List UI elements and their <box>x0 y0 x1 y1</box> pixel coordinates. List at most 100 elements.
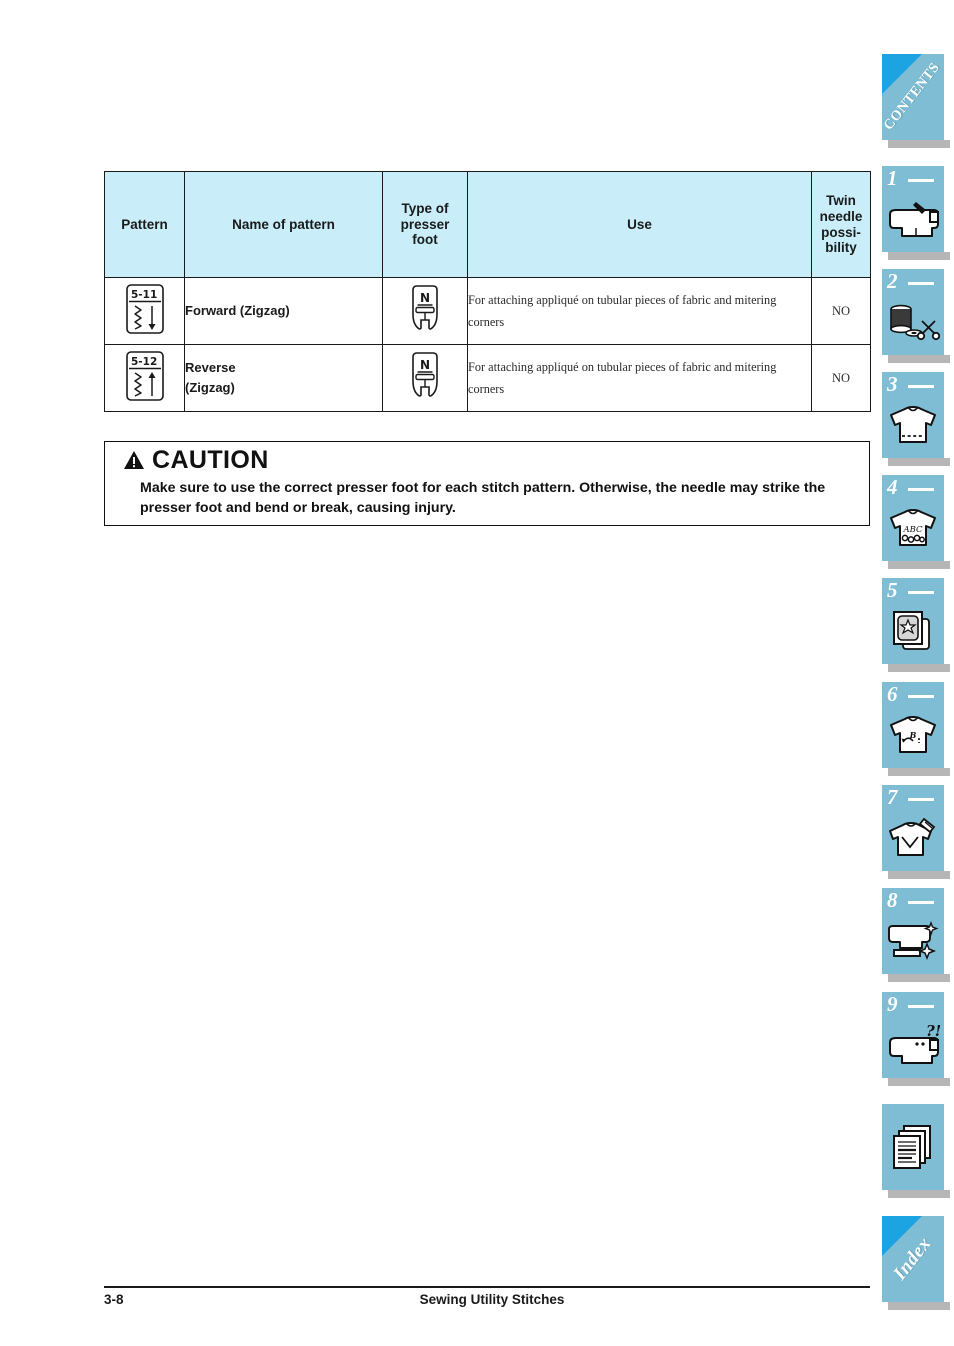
presser-foot-header-line2: presser <box>400 216 450 232</box>
caution-title: CAUTION <box>152 446 269 474</box>
pattern-code-label: 5-11 <box>131 289 157 301</box>
tab-dash <box>908 282 934 285</box>
sidebar-tab-contents[interactable]: CONTENTS <box>882 54 944 140</box>
sidebar-tab-8[interactable]: 8 <box>882 888 944 974</box>
caution-body: Make sure to use the correct presser foo… <box>140 480 826 517</box>
tab-shadow <box>888 871 950 879</box>
sidebar-tab-4[interactable]: 4 ABC <box>882 475 944 561</box>
table-row: 5-12 Reverse (Zigzag) N For attaching ap… <box>104 344 871 412</box>
sidebar-tab-5-number: 5 <box>887 578 898 602</box>
sidebar-tab-documents[interactable] <box>882 1104 944 1190</box>
stitch-pattern-icon: 5-11 <box>125 283 165 335</box>
column-header-name: Name of pattern <box>184 171 383 278</box>
sidebar-tab-2-number: 2 <box>887 269 898 293</box>
caution-header: CAUTION <box>105 442 869 473</box>
sidebar-tab-contents-label: CONTENTS <box>882 60 944 134</box>
presser-foot-cell: N <box>382 277 468 345</box>
tab-dash <box>908 488 934 491</box>
sidebar-navigation: CONTENTS 1 2 3 4 ABC 5 6 B 7 8 9 ?! Inde… <box>880 0 954 1346</box>
spool-and-scissors-icon <box>882 291 944 353</box>
pattern-cell: 5-11 <box>104 277 185 345</box>
caution-box: CAUTION Make sure to use the correct pre… <box>104 441 870 526</box>
table-body: 5-11 Forward (Zigzag) N For attaching ap… <box>104 277 871 412</box>
sidebar-tab-6[interactable]: 6 B <box>882 682 944 768</box>
sidebar-tab-6-number: 6 <box>887 682 898 706</box>
stitch-pattern-table: Pattern Name of pattern Type of presser … <box>104 171 871 412</box>
twin-needle-cell: NO <box>811 344 871 412</box>
presser-foot-icon: N <box>405 284 445 334</box>
tab-dash <box>908 591 934 594</box>
twin-needle-header-line2: needle <box>819 208 863 224</box>
table-row: 5-11 Forward (Zigzag) N For attaching ap… <box>104 277 871 345</box>
sidebar-tab-2[interactable]: 2 <box>882 269 944 355</box>
stitch-pattern-icon: 5-12 <box>125 350 165 402</box>
footer-divider <box>104 1286 870 1288</box>
sidebar-tab-index-label: Index <box>889 1233 936 1285</box>
twin-needle-header-line4: bility <box>825 240 857 256</box>
tab-shadow <box>888 561 950 569</box>
twin-needle-cell: NO <box>811 277 871 345</box>
tab-dash <box>908 798 934 801</box>
machine-question-icon: ?! <box>882 1014 944 1076</box>
sidebar-tab-9[interactable]: 9 ?! <box>882 992 944 1078</box>
table-header: Pattern Name of pattern Type of presser … <box>104 171 871 278</box>
tab-dash <box>908 901 934 904</box>
sidebar-tab-1-number: 1 <box>887 166 898 190</box>
pattern-code-label: 5-12 <box>131 356 157 368</box>
use-cell: For attaching appliqué on tubular pieces… <box>467 344 812 412</box>
tab-shadow <box>888 1078 950 1086</box>
tab-label-wrap: CONTENTS <box>882 54 944 140</box>
pattern-name-line2: (Zigzag) <box>185 380 235 395</box>
column-header-use: Use <box>467 171 812 278</box>
sidebar-tab-1[interactable]: 1 <box>882 166 944 252</box>
pattern-name-line1: Forward (Zigzag) <box>185 302 290 318</box>
tab-dash <box>908 179 934 182</box>
tshirt-edit-icon: B <box>882 704 944 766</box>
page-footer: 3-8 Sewing Utility Stitches <box>104 1292 870 1307</box>
sidebar-tab-3[interactable]: 3 <box>882 372 944 458</box>
presser-foot-header-line1: Type of <box>401 200 449 216</box>
presser-foot-header-line3: foot <box>412 232 438 248</box>
table-header-row: Pattern Name of pattern Type of presser … <box>104 171 871 278</box>
tab-shadow <box>888 768 950 776</box>
tab-shadow <box>888 1190 950 1198</box>
sidebar-tab-7-number: 7 <box>887 785 898 809</box>
pattern-name-cell: Reverse (Zigzag) <box>184 344 383 412</box>
tab-dash <box>908 385 934 388</box>
tab-shadow <box>888 140 950 148</box>
tab-dash <box>908 1005 934 1008</box>
svg-text:ABC: ABC <box>902 525 923 535</box>
pattern-name-cell: Forward (Zigzag) <box>184 277 383 345</box>
sidebar-tab-7[interactable]: 7 <box>882 785 944 871</box>
sidebar-tab-3-number: 3 <box>887 372 898 396</box>
page-content: Pattern Name of pattern Type of presser … <box>0 0 880 1346</box>
sidebar-tab-index[interactable]: Index <box>882 1216 944 1302</box>
tshirt-hem-icon <box>882 394 944 456</box>
tab-shadow <box>888 1302 950 1310</box>
svg-text:?!: ?! <box>926 1024 940 1040</box>
column-header-twin-needle: Twin needle possi- bility <box>811 171 871 278</box>
tab-shadow <box>888 458 950 466</box>
pattern-cell: 5-12 <box>104 344 185 412</box>
use-cell: For attaching appliqué on tubular pieces… <box>467 277 812 345</box>
tab-shadow <box>888 252 950 260</box>
documents-icon <box>882 1116 944 1178</box>
sewing-machine-icon <box>882 188 944 250</box>
footer-page-number: 3-8 <box>104 1292 124 1307</box>
sidebar-tab-4-number: 4 <box>887 475 898 499</box>
sidebar-tab-5[interactable]: 5 <box>882 578 944 664</box>
tab-label-wrap: Index <box>882 1216 944 1302</box>
presser-foot-letter: N <box>420 358 430 372</box>
tab-shadow <box>888 355 950 363</box>
machine-sparkle-icon <box>882 910 944 972</box>
column-header-pattern: Pattern <box>104 171 185 278</box>
sidebar-tab-8-number: 8 <box>887 888 898 912</box>
tab-shadow <box>888 974 950 982</box>
presser-foot-cell: N <box>382 344 468 412</box>
twin-needle-header-line1: Twin <box>826 192 856 208</box>
warning-triangle-icon <box>124 451 144 469</box>
twin-needle-header-line3: possi- <box>821 224 861 240</box>
tshirt-abc-icon: ABC <box>882 497 944 559</box>
tab-shadow <box>888 664 950 672</box>
presser-foot-icon: N <box>405 351 445 401</box>
